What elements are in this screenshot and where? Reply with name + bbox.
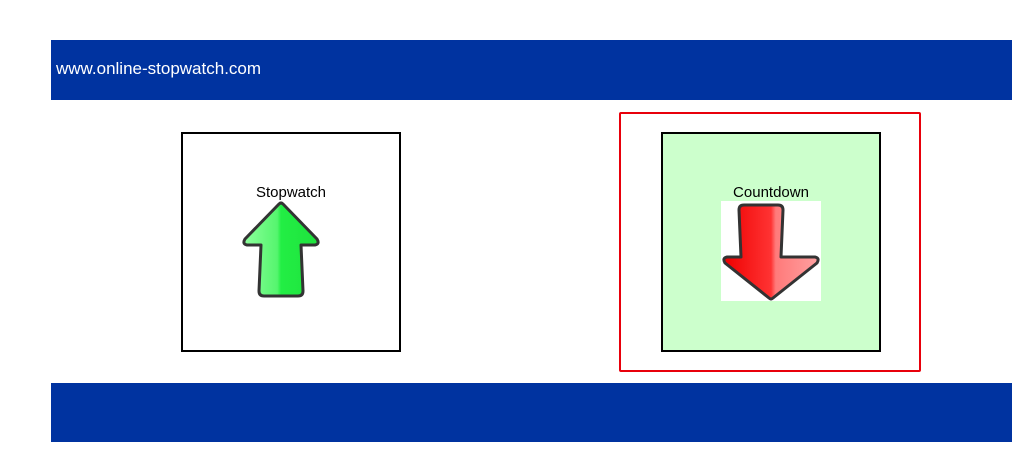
footer-bar (51, 383, 1012, 442)
site-title-link[interactable]: www.online-stopwatch.com (56, 59, 261, 79)
up-arrow-icon (241, 201, 341, 301)
header-bar: www.online-stopwatch.com (51, 40, 1012, 100)
countdown-tile[interactable]: Countdown (661, 132, 881, 352)
page: www.online-stopwatch.com Stopwatch Count… (0, 0, 1034, 467)
countdown-label: Countdown (733, 184, 809, 201)
stopwatch-label: Stopwatch (255, 184, 327, 201)
stopwatch-tile[interactable]: Stopwatch (181, 132, 401, 352)
down-arrow-icon (721, 201, 821, 301)
